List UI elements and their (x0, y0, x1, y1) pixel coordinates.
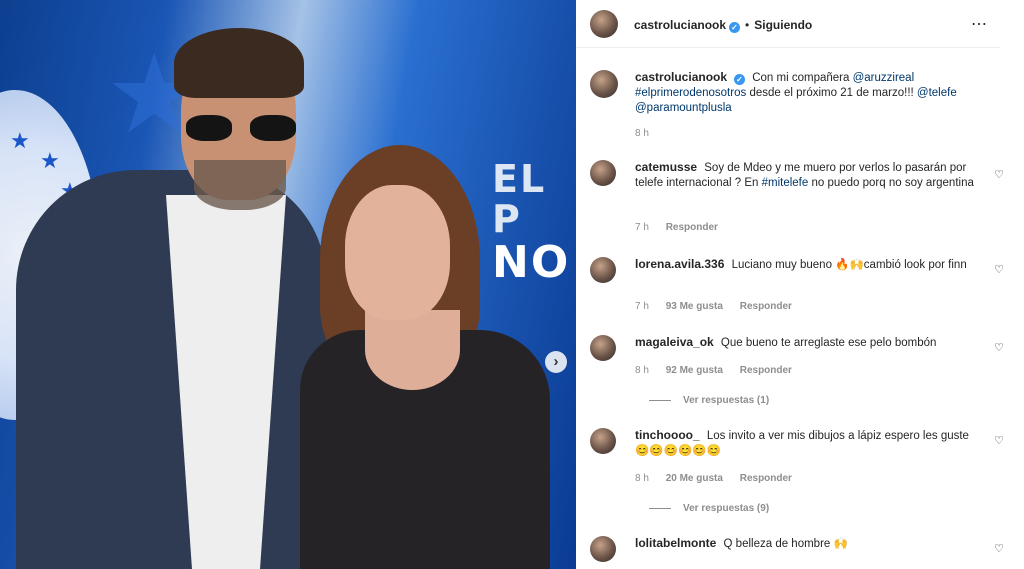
view-replies-label: Ver respuestas (1) (683, 395, 770, 406)
separator-dot: • (745, 18, 750, 32)
comment-username[interactable]: lorena.avila.336 (635, 257, 724, 271)
heart-icon[interactable]: ♡ (994, 263, 1004, 276)
hashtag-link[interactable]: #elprimerodenosotros (635, 87, 746, 99)
caption-text: Con mi compañera (752, 72, 850, 84)
comment-username[interactable]: magaleiva_ok (635, 335, 714, 349)
comment-text: no puedo porq no soy argentina (811, 177, 974, 189)
comment-item: catemusse Soy de Mdeo y me muero por ver… (590, 160, 1004, 240)
comment-text: Que bueno te arreglaste ese pelo bombón (720, 337, 937, 349)
caption-text: desde el próximo 21 de marzo!!! (749, 87, 914, 99)
post-header: castrolucianook ✓ • Siguiendo ⋯ (576, 0, 1000, 48)
comment-username[interactable]: tinchoooo_ (635, 428, 700, 442)
reply-button[interactable]: Responder (740, 301, 792, 312)
comments-panel: castrolucianook ✓ • Siguiendo ⋯ castrolucia… (576, 0, 1024, 569)
avatar[interactable] (590, 257, 616, 283)
comment-text: Q belleza de hombre 🙌 (723, 538, 848, 550)
like-count[interactable]: 92 Me gusta (666, 365, 723, 376)
reply-button[interactable]: Responder (740, 365, 792, 376)
woman-figure (290, 140, 560, 569)
author-username[interactable]: castrolucianook (634, 18, 726, 32)
view-replies-button[interactable]: Ver respuestas (1) (649, 395, 769, 406)
mention-link[interactable]: @paramountplusla (635, 102, 732, 114)
verified-icon: ✓ (734, 74, 746, 85)
comment-item: lolitabelmonte Q belleza de hombre 🙌 ♡ (590, 536, 1004, 566)
avatar[interactable] (590, 70, 618, 98)
sunglasses (186, 115, 296, 143)
heart-icon[interactable]: ♡ (994, 434, 1004, 447)
hashtag-link[interactable]: #mitelefe (762, 177, 809, 189)
heart-icon[interactable]: ♡ (994, 542, 1004, 555)
mention-link[interactable]: @telefe (917, 87, 957, 99)
avatar[interactable] (590, 160, 616, 186)
comment-item: lorena.avila.336 Luciano muy bueno 🔥🙌cam… (590, 257, 1004, 317)
like-count[interactable]: 93 Me gusta (666, 301, 723, 312)
heart-icon[interactable]: ♡ (994, 341, 1004, 354)
timestamp: 7 h (635, 301, 649, 312)
like-count[interactable]: 20 Me gusta (666, 473, 723, 484)
avatar[interactable] (590, 428, 616, 454)
man-figure (16, 20, 336, 569)
timestamp: 7 h (635, 222, 649, 233)
comment-item: magaleiva_ok Que bueno te arreglaste ese… (590, 335, 1004, 410)
verified-icon: ✓ (729, 22, 741, 33)
reply-button[interactable]: Responder (666, 222, 718, 233)
timestamp: 8 h (635, 128, 649, 139)
avatar[interactable] (590, 335, 616, 361)
view-replies-button[interactable]: Ver respuestas (9) (649, 503, 769, 514)
comment-item: tinchoooo_ Los invito a ver mis dibujos … (590, 428, 1004, 518)
caption-username[interactable]: castrolucianook (635, 70, 727, 84)
mention-link[interactable]: @aruzzireal (853, 72, 915, 84)
avatar[interactable] (590, 536, 616, 562)
reply-button[interactable]: Responder (740, 473, 792, 484)
view-replies-label: Ver respuestas (9) (683, 503, 770, 514)
avatar[interactable] (590, 10, 618, 38)
timestamp: 8 h (635, 473, 649, 484)
timestamp: 8 h (635, 365, 649, 376)
next-photo-button[interactable]: › (545, 351, 567, 373)
following-button[interactable]: Siguiendo (754, 18, 812, 32)
post-photo[interactable]: ★ ★ ★ ★ EL P NO › (0, 0, 576, 569)
comment-username[interactable]: catemusse (635, 160, 697, 174)
heart-icon[interactable]: ♡ (994, 168, 1004, 181)
more-options-icon[interactable]: ⋯ (971, 14, 988, 34)
post-caption: castrolucianook ✓ Con mi compañera @aruzz… (590, 70, 990, 140)
comment-username[interactable]: lolitabelmonte (635, 536, 716, 550)
comment-text: Luciano muy bueno 🔥🙌cambió look por finn (731, 259, 967, 271)
